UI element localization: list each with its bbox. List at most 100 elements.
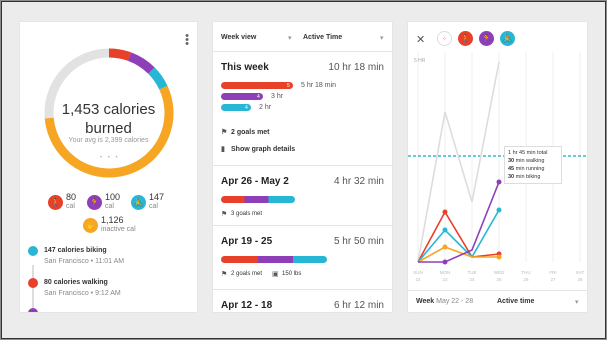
x-tick-day: SAT: [576, 270, 585, 275]
walking-filter-icon[interactable]: 🚶: [458, 31, 473, 46]
week-total: 4 hr 32 min: [333, 176, 384, 187]
metric-selector[interactable]: Active time: [497, 298, 534, 305]
week-row[interactable]: Apr 19 - 25 5 hr 50 min ⚑ 2 goals met ▣ …: [213, 226, 392, 290]
flag-icon: ⚑: [221, 129, 228, 136]
week-title: Apr 26 - May 2: [221, 176, 289, 187]
running-stat[interactable]: 🏃 100 cal: [87, 193, 120, 211]
metric-select[interactable]: Active Time: [303, 34, 342, 41]
graph-details-row[interactable]: ▮ Show graph details: [221, 145, 296, 154]
detail-chart-card: ✕ ⁘ 🚶 🏃 🚴 5 HR SUN 22 MON 23 TUE 24 WED 25 THU 26…: [408, 22, 587, 312]
this-week-total: 10 hr 18 min: [328, 62, 384, 73]
x-tick-day: THU: [521, 270, 530, 275]
x-tick-date: 23: [442, 277, 448, 282]
inactive-stat[interactable]: ✋ 1,126 inactive cal: [83, 216, 136, 234]
bar-chart-icon: ▮: [221, 146, 225, 153]
x-tick-date: 25: [496, 277, 502, 282]
graph-details-label: Show graph details: [231, 145, 296, 153]
biking-bar-label: 2 hr: [259, 104, 272, 111]
x-tick-day: MON: [440, 270, 451, 275]
inactive-unit: inactive cal: [101, 226, 136, 233]
biking-stat[interactable]: 🚴 147 cal: [131, 193, 164, 211]
this-week-title: This week: [221, 62, 269, 73]
data-point: [442, 244, 448, 250]
chart-tooltip: 1 hr 45 min total 30 min walking 45 min …: [504, 146, 562, 184]
goals-label: 2 goals met: [231, 128, 270, 136]
x-tick-date: 22: [415, 277, 421, 282]
tooltip-biking: 30 min biking: [508, 174, 541, 180]
timeline-biking-dot: [28, 246, 38, 256]
this-week-section[interactable]: This week 10 hr 18 min 5 5 hr 18 min 4 3…: [213, 52, 392, 166]
running-unit: cal: [105, 203, 114, 210]
walking-bar-num: 5: [287, 83, 290, 89]
app-frame: • • • 1,453 calories burned Your avg is 2,…: [1, 1, 606, 339]
data-point: [442, 209, 448, 215]
biking-bar-num: 4: [245, 105, 248, 111]
data-point: [442, 259, 448, 265]
summary-card: • • • 1,453 calories burned Your avg is 2,…: [20, 22, 197, 312]
chevron-down-icon[interactable]: ▾: [575, 298, 579, 306]
walking-icon: 🚶: [48, 194, 63, 210]
chevron-down-icon[interactable]: ▾: [288, 34, 292, 42]
walking-bar: [221, 82, 293, 89]
walking-stat[interactable]: 🚶 80 cal: [48, 193, 76, 211]
data-point: [496, 207, 502, 213]
x-tick-date: 27: [550, 277, 556, 282]
week-row[interactable]: Apr 26 - May 2 4 hr 32 min ⚑ 3 goals met: [213, 166, 392, 226]
biking-value: 147: [149, 192, 165, 202]
week-title: Apr 12 - 18: [221, 300, 273, 311]
average-calories: Your avg is 2,399 calories: [68, 137, 149, 144]
x-tick-day: FRI: [549, 270, 556, 275]
timeline-line: [32, 265, 34, 312]
week-title: Apr 19 - 25: [221, 236, 273, 247]
scale-icon: ▣: [272, 271, 279, 278]
detail-toolbar: ✕ ⁘ 🚶 🏃 🚴: [408, 22, 587, 56]
data-point: [442, 227, 448, 233]
running-bar-label: 3 hr: [271, 93, 284, 100]
x-tick-date: 24: [469, 277, 475, 282]
x-tick-day: SUN: [413, 270, 423, 275]
biking-icon: 🚴: [131, 194, 146, 210]
x-tick-date: 28: [577, 277, 583, 282]
timeline-item-title[interactable]: 147 calories biking: [44, 247, 107, 254]
goals-label: 3 goals met: [231, 211, 263, 217]
data-point: [496, 254, 502, 260]
flag-icon: ⚑: [221, 211, 228, 218]
week-total: 5 hr 50 min: [333, 236, 384, 247]
all-activities-icon[interactable]: ⁘: [437, 31, 452, 46]
week-selector[interactable]: Week May 22 - 28: [416, 298, 473, 305]
goals-row: ⚑ 3 goals met: [221, 210, 262, 218]
inactive-value: 1,126: [101, 215, 124, 225]
timeline-item-sub: San Francisco • 9:12 AM: [44, 290, 121, 297]
week-total: 6 hr 12 min: [333, 300, 384, 311]
running-value: 100: [105, 192, 121, 202]
chevron-down-icon[interactable]: ▾: [380, 34, 384, 42]
running-bar-num: 4: [257, 94, 260, 100]
tooltip-running: 45 min running: [508, 166, 545, 172]
detail-footer: Week May 22 - 28 Active time ▾: [408, 290, 587, 312]
tooltip-total: 1 hr 45 min total: [508, 150, 548, 156]
timeline-item-title[interactable]: 80 calories walking: [44, 279, 108, 286]
timeline-walking-dot: [28, 278, 38, 288]
biking-unit: cal: [149, 203, 158, 210]
week-activity-bar: [221, 196, 295, 203]
goals-row: ⚑ 2 goals met ▣ 150 lbs: [221, 270, 301, 278]
x-tick-day: TUE: [468, 270, 477, 275]
flag-icon: ⚑: [221, 271, 228, 278]
week-row[interactable]: Apr 12 - 18 6 hr 12 min: [213, 290, 392, 312]
biking-filter-icon[interactable]: 🚴: [500, 31, 515, 46]
walking-bar-label: 5 hr 18 min: [301, 82, 337, 89]
tooltip-walking: 30 min walking: [508, 158, 545, 164]
x-tick-day: WED: [494, 270, 505, 275]
weeks-header: Week view ▾ Active Time ▾: [213, 22, 392, 52]
calories-total: 1,453 calories burned: [20, 100, 197, 138]
more-options-icon[interactable]: • • •: [183, 31, 191, 50]
view-select[interactable]: Week view: [221, 34, 256, 41]
walking-value: 80: [66, 192, 77, 202]
running-icon: 🏃: [87, 194, 102, 210]
goals-row: ⚑ 2 goals met: [221, 128, 270, 137]
week-activity-bar: [221, 256, 327, 263]
calories-value: 1,453 calories: [61, 101, 156, 118]
weeks-card: Week view ▾ Active Time ▾ This week 10 h…: [213, 22, 392, 312]
running-filter-icon[interactable]: 🏃: [479, 31, 494, 46]
close-icon[interactable]: ✕: [416, 33, 425, 46]
